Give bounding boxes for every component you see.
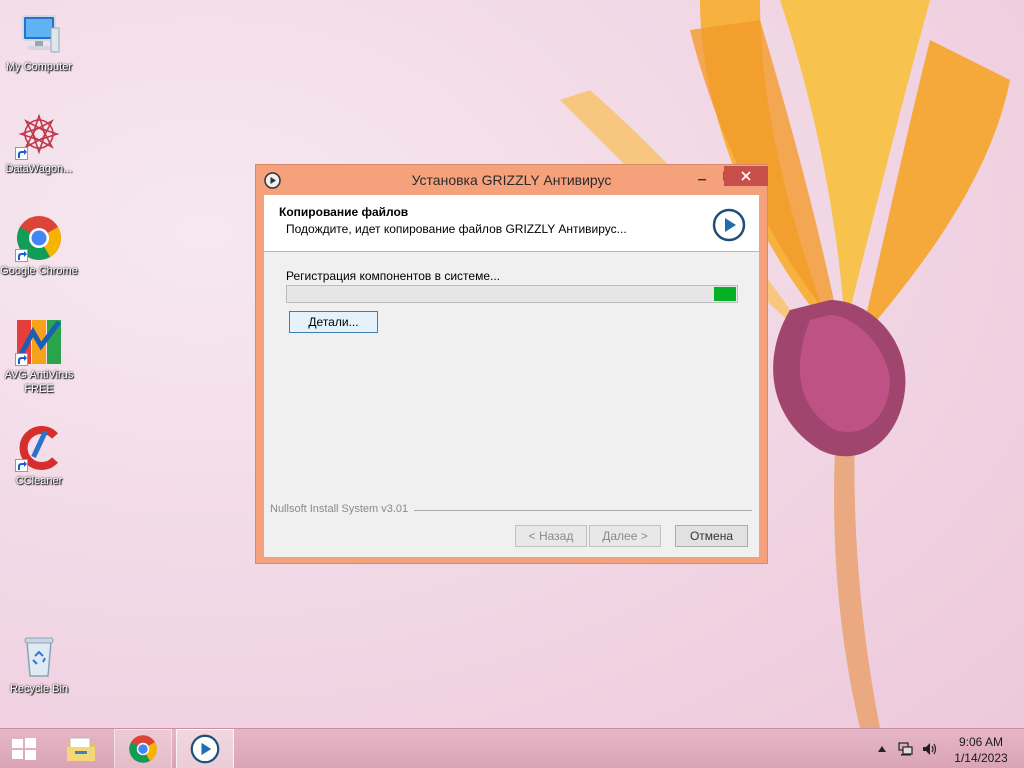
shortcut-arrow-icon	[15, 249, 28, 262]
desktop-icon-label: My Computer	[5, 61, 73, 73]
chrome-icon	[129, 735, 157, 763]
datawagon-icon	[15, 112, 63, 160]
recycle-bin-icon	[15, 632, 63, 680]
minimize-icon	[698, 179, 706, 181]
installer-header: Копирование файлов Подождите, идет копир…	[264, 195, 759, 252]
play-icon	[712, 208, 746, 242]
taskbar-installer[interactable]	[176, 729, 234, 768]
folder-icon	[67, 737, 95, 761]
ccleaner-icon	[15, 424, 63, 472]
status-text: Регистрация компонентов в системе...	[286, 269, 501, 283]
desktop-icon-recycle-bin[interactable]: Recycle Bin	[0, 632, 78, 696]
desktop-icon-avg-antivirus[interactable]: AVG AntiVirus FREE	[0, 318, 78, 396]
start-button[interactable]	[4, 733, 44, 765]
page-subtitle: Подождите, идет копирование файлов GRIZZ…	[286, 222, 627, 236]
taskbar: 9:06 AM 1/14/2023	[0, 728, 1024, 768]
details-button[interactable]: Детали...	[289, 311, 378, 333]
chevron-up-icon	[878, 746, 886, 752]
desktop-icon-google-chrome[interactable]: Google Chrome	[0, 214, 78, 278]
desktop-icon-label: DataWagon...	[5, 163, 73, 175]
progress-bar	[286, 285, 738, 303]
desktop-icon-label: CCleaner	[15, 475, 63, 487]
network-tray-button[interactable]	[896, 729, 916, 768]
desktop-icon-my-computer[interactable]: My Computer	[0, 10, 78, 74]
network-icon	[898, 742, 913, 756]
cancel-button[interactable]: Отмена	[675, 525, 748, 547]
nsis-branding: Nullsoft Install System v3.01	[270, 503, 409, 515]
next-button[interactable]: Далее >	[589, 525, 661, 547]
play-icon	[190, 734, 220, 764]
system-clock[interactable]: 9:06 AM 1/14/2023	[948, 734, 1014, 766]
close-icon	[741, 171, 751, 181]
page-title: Копирование файлов	[279, 205, 409, 219]
chrome-icon	[15, 214, 63, 262]
clock-time: 9:06 AM	[958, 735, 1004, 749]
installer-window[interactable]: Установка GRIZZLY Антивирус Копирование …	[255, 164, 768, 564]
minimize-button[interactable]	[689, 166, 715, 186]
computer-icon	[15, 10, 63, 58]
taskbar-file-explorer[interactable]	[52, 729, 110, 768]
show-hidden-icons-button[interactable]	[874, 729, 890, 768]
progress-fill	[714, 287, 736, 301]
desktop-icon-label: Google Chrome	[0, 265, 78, 277]
shortcut-arrow-icon	[15, 147, 28, 160]
window-titlebar[interactable]: Установка GRIZZLY Антивирус	[256, 165, 768, 193]
volume-tray-button[interactable]	[920, 729, 940, 768]
taskbar-chrome[interactable]	[114, 729, 172, 768]
close-button[interactable]	[724, 166, 768, 186]
shortcut-arrow-icon	[15, 459, 28, 472]
back-button[interactable]: < Назад	[515, 525, 587, 547]
desktop-icon-ccleaner[interactable]: CCleaner	[0, 424, 78, 488]
desktop-icon-datawagon[interactable]: DataWagon...	[0, 112, 78, 176]
branding-divider	[414, 510, 752, 511]
avg-icon	[15, 318, 63, 366]
desktop-icon-label: AVG AntiVirus FREE	[4, 369, 74, 395]
speaker-icon	[923, 743, 937, 755]
clock-date: 1/14/2023	[954, 751, 1008, 765]
desktop-icon-label: Recycle Bin	[9, 683, 69, 695]
installer-client-area: Копирование файлов Подождите, идет копир…	[264, 195, 759, 557]
shortcut-arrow-icon	[15, 353, 28, 366]
windows-logo-icon	[12, 738, 36, 760]
